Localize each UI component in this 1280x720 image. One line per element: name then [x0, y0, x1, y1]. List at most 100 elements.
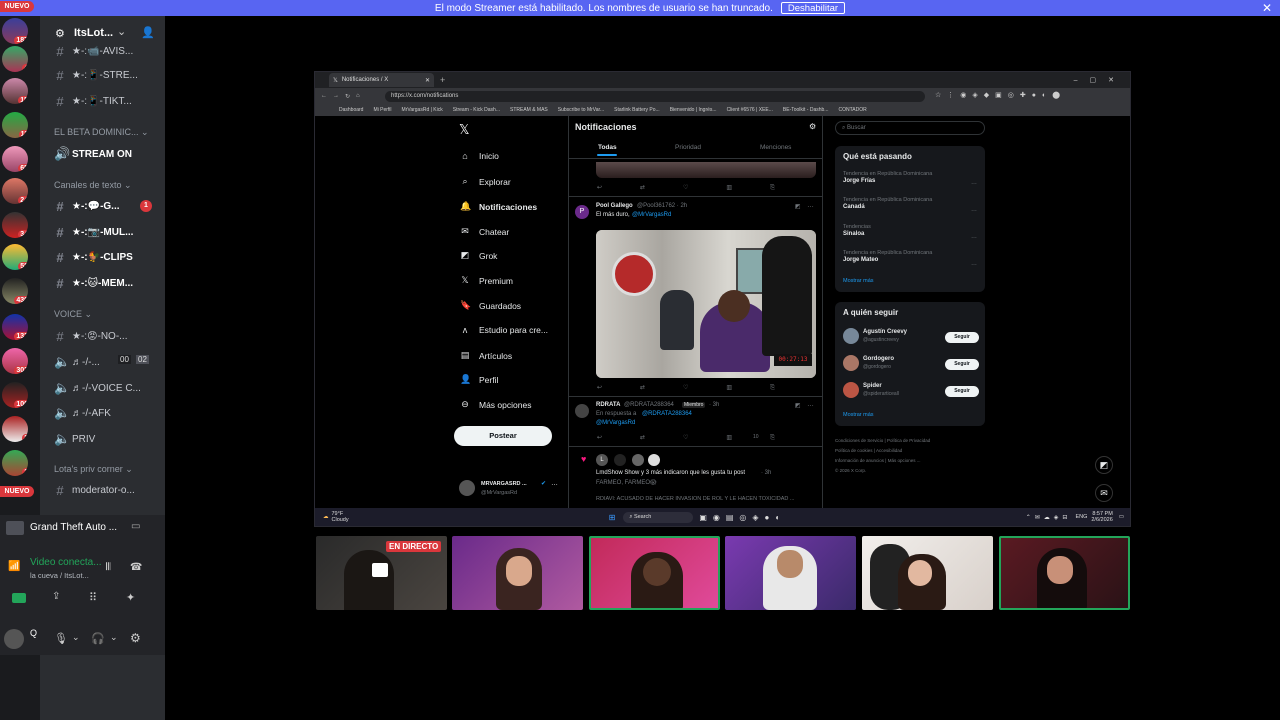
channel-item[interactable]: # ★-:😡-NO-... [54, 329, 127, 344]
follow-name[interactable]: Agustín Creevy [863, 329, 907, 335]
soundboard-icon[interactable]: 𝄃𝄃 [106, 562, 110, 573]
url-input[interactable]: https://x.com/notifications [385, 91, 925, 102]
avatar[interactable]: P [575, 205, 589, 219]
channel-item[interactable]: # ★-:🐱-MEM... [54, 276, 133, 291]
post-image[interactable] [596, 162, 816, 178]
voice-channel[interactable]: 🔈 ♬-/-AFK [54, 405, 111, 421]
bookmark[interactable]: CONTADOR [838, 107, 866, 113]
nav-chat[interactable]: ✉ Chatear [460, 226, 509, 237]
server-icon[interactable]: 1 [2, 450, 28, 476]
footer-link[interactable]: Información de anuncios [835, 458, 884, 463]
show-more-link[interactable]: Mostrar más [843, 412, 874, 418]
avatar[interactable] [843, 355, 859, 371]
trend-item[interactable]: Tendencias Sinaloa [843, 224, 871, 237]
bookmark[interactable]: Stream - Kick Dash... [453, 107, 500, 113]
nav-bookmarks[interactable]: 🔖 Guardados [460, 300, 521, 311]
bookmark[interactable]: BE-Toolkit - Dashb... [783, 107, 829, 113]
voice-channel[interactable]: 🔈 ♬-/-... [54, 354, 100, 370]
disconnect-icon[interactable]: ☎ [130, 562, 142, 573]
follow-name[interactable]: Gordogero [863, 356, 894, 362]
trend-item[interactable]: Tendencia en República Dominicana Jorge F… [843, 171, 932, 184]
settings-gear-icon[interactable]: ⚙ [130, 631, 141, 645]
avatar[interactable] [459, 480, 475, 496]
close-icon[interactable]: ✕ [425, 77, 430, 84]
webcam-tile[interactable] [725, 536, 856, 610]
browser-tab[interactable]: 𝕏 Notificaciones / X ✕ [329, 73, 434, 87]
grok-icon[interactable]: ◩ [795, 402, 801, 409]
windows-start-icon[interactable]: ⊞ [609, 513, 616, 522]
disable-streamer-button[interactable]: Deshabilitar [780, 2, 846, 14]
footer-link[interactable]: Accesibilidad [876, 448, 902, 453]
category-beta[interactable]: EL BETA DOMINIC... ⌄ [54, 127, 149, 138]
follow-button[interactable]: Seguir [945, 332, 979, 343]
server-icon[interactable]: 4 [2, 46, 28, 72]
bookmark[interactable]: Dashboard [339, 107, 363, 113]
bookmark[interactable]: Starlink Battery Po... [614, 107, 660, 113]
footer-link[interactable]: Política de cookies [835, 448, 873, 453]
follow-button[interactable]: Seguir [945, 386, 979, 397]
server-icon[interactable]: 430 [2, 278, 28, 304]
notification-icon[interactable]: ▭ [1119, 514, 1124, 520]
avatar[interactable] [632, 454, 644, 466]
nav-articles[interactable]: ▤ Artículos [460, 350, 512, 361]
taskbar-search[interactable]: ⌕ Search [623, 511, 694, 523]
webcam-tile[interactable] [999, 536, 1130, 610]
nav-grok[interactable]: ◩ Grok [460, 250, 498, 261]
avatar[interactable] [575, 404, 589, 418]
camera-icon[interactable] [12, 593, 26, 603]
language[interactable]: ENG [1075, 514, 1087, 520]
server-icon[interactable]: 11 [2, 112, 28, 138]
channel-item[interactable]: # ★-:📹-AVIS... [54, 44, 133, 59]
server-icon[interactable]: 303 [2, 348, 28, 374]
bookmark[interactable]: Mi Perfil [373, 107, 391, 113]
post-button[interactable]: Postear [454, 426, 552, 446]
activities-icon[interactable]: ⠿ [89, 591, 97, 604]
avatar[interactable] [648, 454, 660, 466]
post-actions[interactable]: ↩⇄♡▥⎘ [597, 434, 813, 442]
trend-item[interactable]: Tendencia en República Dominicana Jorge M… [843, 250, 932, 263]
post-mention[interactable]: @MrVargasRd [632, 212, 671, 218]
back-icon[interactable]: ← [321, 93, 327, 99]
post-actions[interactable]: ↩⇄♡▥⎘ [597, 184, 813, 192]
extension-icons[interactable]: ☆⋮◉◈◆▣◎✚●◐⬤ [935, 91, 1066, 99]
chevron-down-icon[interactable]: ⌄ [110, 632, 118, 643]
avatar[interactable] [4, 629, 24, 649]
server-icon[interactable]: 15 [2, 78, 28, 104]
bookmark[interactable]: Bienvenido | Ingrés... [670, 107, 717, 113]
footer-link[interactable]: Política de Privacidad [887, 438, 930, 443]
more-icon[interactable]: … [551, 480, 558, 487]
nav-home[interactable]: ⌂ Inicio [460, 151, 499, 161]
server-icon[interactable]: 24 [2, 178, 28, 204]
more-icon[interactable]: … [807, 202, 814, 209]
server-icon[interactable]: 106 [2, 382, 28, 408]
screen-share-icon[interactable]: ⇪ [52, 591, 60, 602]
reply-mention[interactable]: @RDRATA288364 [642, 411, 692, 417]
post-mention[interactable]: @MrVargasRd [596, 420, 635, 426]
weather-text[interactable]: 79°F Cloudy [332, 511, 349, 523]
bookmark[interactable]: STREAM & MAS [510, 107, 548, 113]
search-input[interactable]: ⌕ Buscar [835, 121, 985, 135]
window-controls[interactable]: –▢✕ [1074, 76, 1130, 84]
nav-more[interactable]: ⊖ Más opciones [460, 399, 531, 410]
webcam-tile[interactable] [862, 536, 993, 610]
post-actions[interactable]: ↩⇄♡▥⎘ [597, 384, 813, 392]
voice-channel[interactable]: 🔈 PRIV [54, 431, 95, 447]
channel-item[interactable]: # ★-:💬-G... [54, 199, 119, 214]
channel-item[interactable]: # ★-:📱-STRE... [54, 68, 137, 83]
nav-premium[interactable]: 𝕏 Premium [460, 275, 513, 286]
settings-gear-icon[interactable]: ⚙ [809, 122, 816, 131]
mic-icon[interactable]: 🎙 [54, 632, 68, 645]
avatar[interactable] [843, 328, 859, 344]
post-author[interactable]: Pool Gallego [596, 203, 633, 209]
trend-item[interactable]: Tendencia en República Dominicana Canadá [843, 197, 932, 210]
grok-icon[interactable]: ◩ [795, 203, 801, 210]
nav-creator-studio[interactable]: ᴧ Estudio para cre... [460, 325, 548, 335]
voice-channel[interactable]: 🔈 ♬-/-VOICE C... [54, 380, 141, 396]
nav-notifications[interactable]: 🔔 Notificaciones [460, 201, 537, 212]
clock[interactable]: 8:57 PM 2/6/2026 [1091, 511, 1112, 523]
bookmark[interactable]: Subscribe to MrVar... [558, 107, 604, 113]
chevron-down-icon[interactable]: ⌄ [117, 25, 126, 38]
server-icon[interactable]: 133 [2, 314, 28, 340]
follow-name[interactable]: Spider [863, 383, 882, 389]
tab-all[interactable]: Todas [598, 144, 617, 151]
